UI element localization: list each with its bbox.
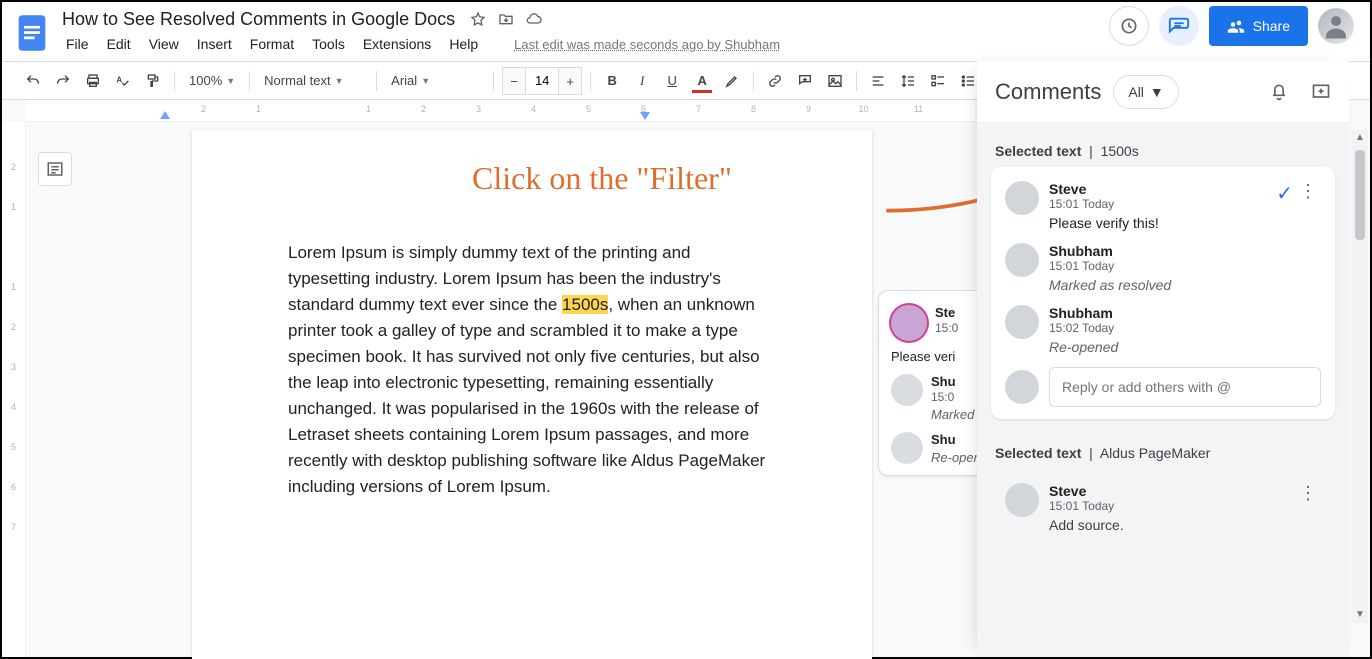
menu-view[interactable]: View	[141, 34, 187, 54]
menu-file[interactable]: File	[58, 34, 97, 54]
comment-thread[interactable]: Steve15:01 TodayPlease verify this! ✓ ⋮ …	[991, 167, 1335, 419]
selected-text-header: Selected text | Aldus PageMaker	[991, 435, 1335, 469]
avatar	[1005, 181, 1039, 215]
last-edit-link[interactable]: Last edit was made seconds ago by Shubha…	[506, 35, 788, 54]
document-title[interactable]: How to See Resolved Comments in Google D…	[58, 8, 459, 31]
notifications-icon[interactable]	[1269, 82, 1289, 102]
share-button[interactable]: Share	[1209, 6, 1308, 46]
font-value: Arial	[391, 73, 417, 88]
more-options-icon[interactable]: ⋮	[1299, 483, 1317, 504]
chevron-down-icon: ▼	[1150, 84, 1164, 100]
vertical-scrollbar[interactable]: ▲▼	[1352, 130, 1368, 623]
menu-format[interactable]: Format	[242, 34, 302, 54]
comment-thread[interactable]: Steve15:01 TodayAdd source. ⋮	[991, 469, 1335, 557]
avatar	[1005, 243, 1039, 277]
menu-insert[interactable]: Insert	[189, 34, 240, 54]
vertical-ruler: 21 12 34 56 7	[2, 122, 26, 657]
insert-comment-icon[interactable]	[792, 67, 818, 95]
menu-help[interactable]: Help	[441, 34, 486, 54]
star-icon[interactable]	[469, 10, 487, 28]
text-color-icon[interactable]: A	[689, 67, 715, 95]
new-comment-icon[interactable]	[1311, 82, 1331, 102]
menu-edit[interactable]: Edit	[99, 34, 139, 54]
menu-extensions[interactable]: Extensions	[355, 34, 439, 54]
font-size-stepper[interactable]: − +	[502, 67, 582, 95]
undo-icon[interactable]	[20, 67, 46, 95]
document-page[interactable]: Lorem Ipsum is simply dummy text of the …	[192, 130, 872, 659]
font-dropdown[interactable]: Arial▼	[385, 67, 485, 95]
underline-icon[interactable]: U	[659, 67, 685, 95]
menubar: File Edit View Insert Format Tools Exten…	[58, 32, 788, 56]
comments-filter-value: All	[1128, 84, 1144, 100]
font-size-input[interactable]	[526, 67, 558, 95]
zoom-dropdown[interactable]: 100%▼	[183, 67, 241, 95]
show-outline-icon[interactable]	[38, 152, 72, 186]
comments-panel: Comments All ▼ Selected text | 1500s Ste…	[977, 61, 1349, 657]
checklist-icon[interactable]	[925, 67, 951, 95]
avatar	[1005, 305, 1039, 339]
font-size-decrease[interactable]: −	[502, 67, 526, 95]
avatar	[891, 305, 927, 341]
horizontal-ruler: 21 1 23 45 67 89 1011	[26, 100, 975, 122]
comments-panel-body[interactable]: Selected text | 1500s Steve15:01 TodayPl…	[977, 123, 1349, 657]
zoom-value: 100%	[189, 73, 222, 88]
comments-panel-title: Comments	[995, 79, 1101, 105]
redo-icon[interactable]	[50, 67, 76, 95]
annotation-label: Click on the "Filter"	[472, 160, 732, 197]
app-header: How to See Resolved Comments in Google D…	[2, 2, 1370, 62]
cloud-saved-icon[interactable]	[525, 10, 543, 28]
editor-workspace: 21 12 34 56 7 21 1 23 45 67 89 1011 Lo	[2, 100, 1370, 657]
paint-format-icon[interactable]	[140, 67, 166, 95]
open-comments-icon[interactable]	[1159, 6, 1199, 46]
line-spacing-icon[interactable]	[895, 67, 921, 95]
insert-image-icon[interactable]	[822, 67, 848, 95]
avatar	[1005, 483, 1039, 517]
highlighted-text: 1500s	[562, 295, 608, 314]
comments-panel-header: Comments All ▼	[977, 61, 1349, 123]
account-avatar[interactable]	[1318, 8, 1354, 44]
paragraph-style-value: Normal text	[264, 73, 330, 88]
align-icon[interactable]	[865, 67, 891, 95]
resolve-check-icon[interactable]: ✓	[1276, 181, 1293, 206]
document-text: Lorem Ipsum is simply dummy text of the …	[288, 240, 776, 500]
print-icon[interactable]	[80, 67, 106, 95]
svg-text:A: A	[116, 75, 122, 84]
italic-icon[interactable]: I	[629, 67, 655, 95]
bold-icon[interactable]: B	[599, 67, 625, 95]
version-history-icon[interactable]	[1109, 6, 1149, 46]
highlight-color-icon[interactable]	[719, 67, 745, 95]
font-size-increase[interactable]: +	[558, 67, 582, 95]
reply-input[interactable]	[1049, 367, 1321, 407]
selected-text-header: Selected text | 1500s	[991, 133, 1335, 167]
avatar	[1005, 370, 1039, 404]
indent-marker-left-icon[interactable]	[160, 111, 170, 119]
share-label: Share	[1253, 18, 1290, 34]
paragraph-style-dropdown[interactable]: Normal text▼	[258, 67, 368, 95]
indent-marker-right-icon[interactable]	[640, 112, 650, 120]
spellcheck-icon[interactable]: A	[110, 67, 136, 95]
move-icon[interactable]	[497, 10, 515, 28]
more-options-icon[interactable]: ⋮	[1299, 181, 1317, 202]
comments-filter-dropdown[interactable]: All ▼	[1113, 75, 1178, 109]
insert-link-icon[interactable]	[762, 67, 788, 95]
docs-logo[interactable]	[12, 6, 52, 60]
menu-tools[interactable]: Tools	[304, 34, 353, 54]
